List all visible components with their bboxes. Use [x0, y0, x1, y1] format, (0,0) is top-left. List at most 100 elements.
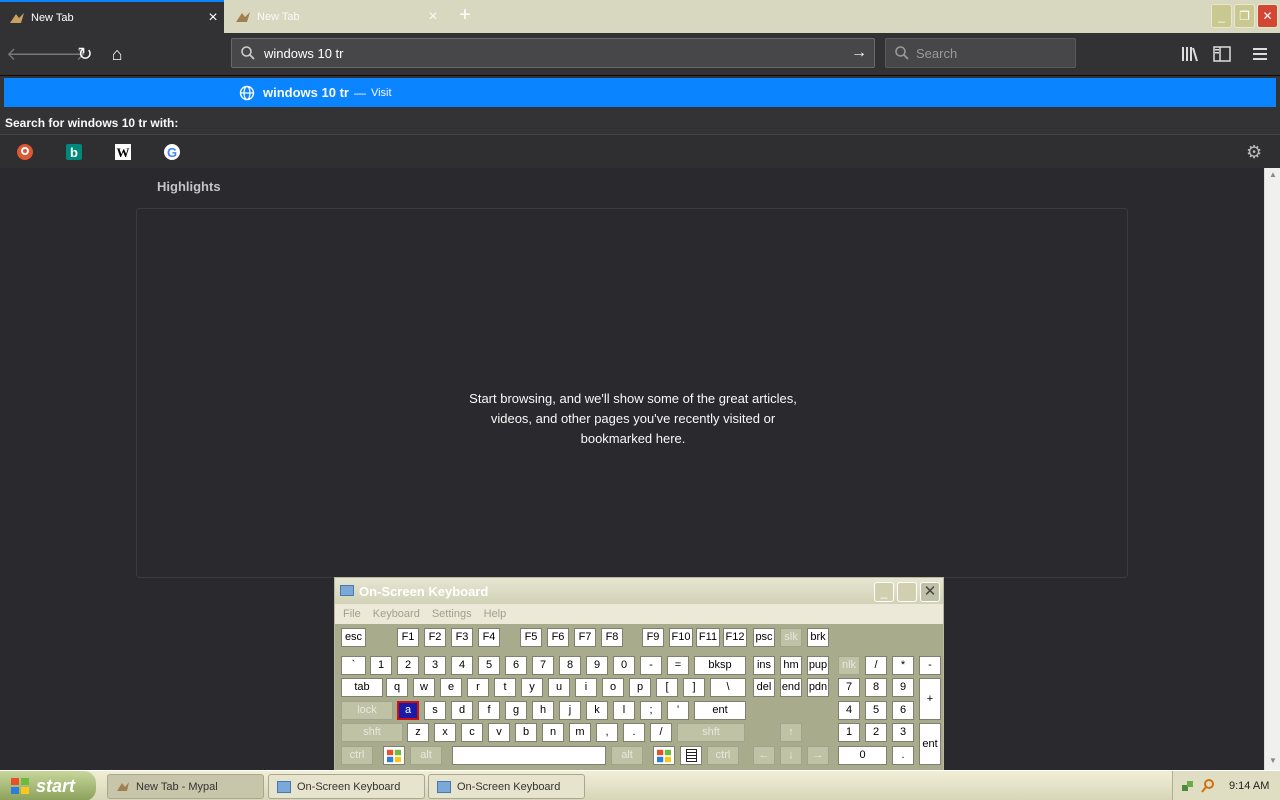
osk-key-minus[interactable]: - — [919, 656, 941, 675]
osk-key-F3[interactable]: F3 — [451, 628, 473, 647]
osk-key-plus[interactable]: + — [919, 678, 941, 720]
osk-key-8[interactable]: 8 — [865, 678, 887, 697]
osk-key-7[interactable]: 7 — [838, 678, 860, 697]
osk-menu-file[interactable]: File — [343, 608, 361, 620]
osk-menu-help[interactable]: Help — [484, 608, 507, 620]
osk-key-F8[interactable]: F8 — [601, 628, 623, 647]
osk-key-o[interactable]: o — [602, 678, 624, 697]
osk-key-quote[interactable]: ' — [667, 701, 689, 720]
tab-close-icon[interactable]: × — [422, 8, 444, 26]
library-icon[interactable] — [1181, 46, 1199, 62]
osk-key-F7[interactable]: F7 — [574, 628, 596, 647]
osk-key-y[interactable]: y — [521, 678, 543, 697]
osk-key-win[interactable] — [653, 746, 675, 765]
osk-key-F9[interactable]: F9 — [642, 628, 664, 647]
url-input[interactable] — [264, 39, 844, 67]
home-icon[interactable]: ⌂ — [103, 40, 131, 68]
osk-key-hm[interactable]: hm — [780, 656, 802, 675]
duckduckgo-icon[interactable] — [16, 143, 34, 161]
new-tab-button[interactable]: + — [452, 4, 478, 28]
start-button[interactable]: start — [0, 771, 96, 800]
osk-key-p[interactable]: p — [629, 678, 651, 697]
url-bar[interactable]: → — [231, 38, 875, 68]
osk-key-semicolon[interactable]: ; — [640, 701, 662, 720]
osk-key-F2[interactable]: F2 — [424, 628, 446, 647]
url-suggestion-row[interactable]: windows 10 tr — Visit — [4, 78, 1276, 107]
osk-menu-settings[interactable]: Settings — [432, 608, 472, 620]
osk-key-u[interactable]: u — [548, 678, 570, 697]
osk-key-8[interactable]: 8 — [559, 656, 581, 675]
osk-key-F5[interactable]: F5 — [520, 628, 542, 647]
osk-key-s[interactable]: s — [424, 701, 446, 720]
vertical-scrollbar[interactable]: ▲ ▼ — [1264, 168, 1280, 770]
osk-key-9[interactable]: 9 — [586, 656, 608, 675]
osk-key-4[interactable]: 4 — [451, 656, 473, 675]
scroll-up-icon[interactable]: ▲ — [1269, 170, 1277, 179]
osk-key-F4[interactable]: F4 — [478, 628, 500, 647]
osk-key-ent[interactable]: ent — [919, 723, 941, 765]
osk-key-2[interactable]: 2 — [397, 656, 419, 675]
osk-minimize-button[interactable]: _ — [874, 582, 894, 602]
google-icon[interactable]: G — [163, 143, 181, 161]
window-maximize-button[interactable]: ❐ — [1234, 4, 1255, 28]
osk-key-slash[interactable]: / — [865, 656, 887, 675]
osk-key-6[interactable]: 6 — [892, 701, 914, 720]
osk-key-minus[interactable]: - — [640, 656, 662, 675]
scroll-down-icon[interactable]: ▼ — [1269, 756, 1277, 765]
osk-key-F11[interactable]: F11 — [696, 628, 720, 647]
osk-key-right-arrow[interactable]: → — [807, 746, 829, 765]
osk-key-tab[interactable]: tab — [341, 678, 383, 697]
menu-icon[interactable] — [1252, 46, 1268, 62]
osk-key-x[interactable]: x — [434, 723, 456, 742]
osk-key-equals[interactable]: = — [667, 656, 689, 675]
osk-key-0[interactable]: 0 — [613, 656, 635, 675]
osk-key-win[interactable] — [383, 746, 405, 765]
osk-key-m[interactable]: m — [569, 723, 591, 742]
osk-key-backtick[interactable]: ` — [341, 656, 366, 675]
osk-key-z[interactable]: z — [407, 723, 429, 742]
osk-key-F12[interactable]: F12 — [723, 628, 747, 647]
osk-key-menu[interactable] — [680, 746, 702, 765]
osk-key-esc[interactable]: esc — [341, 628, 366, 647]
wikipedia-icon[interactable]: W — [114, 143, 132, 161]
osk-key-1[interactable]: 1 — [370, 656, 392, 675]
osk-key-F1[interactable]: F1 — [397, 628, 419, 647]
osk-key-shft[interactable]: shft — [341, 723, 403, 742]
osk-key-9[interactable]: 9 — [892, 678, 914, 697]
osk-key-t[interactable]: t — [494, 678, 516, 697]
network-icon[interactable] — [1181, 779, 1195, 793]
taskbar-button-mypal[interactable]: New Tab - Mypal — [107, 774, 264, 799]
osk-key-5[interactable]: 5 — [865, 701, 887, 720]
osk-key-pdn[interactable]: pdn — [807, 678, 829, 697]
tab-new-tab-active[interactable]: New Tab × — [0, 0, 224, 33]
osk-key-space[interactable] — [452, 746, 606, 765]
osk-key-4[interactable]: 4 — [838, 701, 860, 720]
osk-key-3[interactable]: 3 — [424, 656, 446, 675]
window-close-button[interactable]: ✕ — [1257, 4, 1278, 28]
osk-key-6[interactable]: 6 — [505, 656, 527, 675]
osk-key-h[interactable]: h — [532, 701, 554, 720]
sidebar-icon[interactable] — [1213, 46, 1231, 62]
osk-key-1[interactable]: 1 — [838, 723, 860, 742]
tab-new-tab[interactable]: New Tab × — [226, 0, 444, 33]
osk-key-c[interactable]: c — [461, 723, 483, 742]
go-arrow-icon[interactable]: → — [848, 43, 870, 63]
osk-key-F10[interactable]: F10 — [669, 628, 693, 647]
osk-key-j[interactable]: j — [559, 701, 581, 720]
taskbar-button-osk[interactable]: On-Screen Keyboard — [268, 774, 425, 799]
osk-key-ctrl[interactable]: ctrl — [707, 746, 739, 765]
osk-key-ent[interactable]: ent — [694, 701, 746, 720]
osk-menu-keyboard[interactable]: Keyboard — [373, 608, 420, 620]
osk-key-shft[interactable]: shft — [677, 723, 745, 742]
osk-key-left-arrow[interactable]: ← — [753, 746, 775, 765]
osk-key-period[interactable]: . — [892, 746, 914, 765]
osk-key-brk[interactable]: brk — [807, 628, 829, 647]
osk-key-i[interactable]: i — [575, 678, 597, 697]
osk-key-n[interactable]: n — [542, 723, 564, 742]
osk-key-pup[interactable]: pup — [807, 656, 829, 675]
osk-key-up-arrow[interactable]: ↑ — [780, 723, 802, 742]
bing-icon[interactable]: b — [65, 143, 83, 161]
osk-key-alt[interactable]: alt — [410, 746, 442, 765]
osk-key-close-bracket[interactable]: ] — [683, 678, 705, 697]
osk-key-k[interactable]: k — [586, 701, 608, 720]
